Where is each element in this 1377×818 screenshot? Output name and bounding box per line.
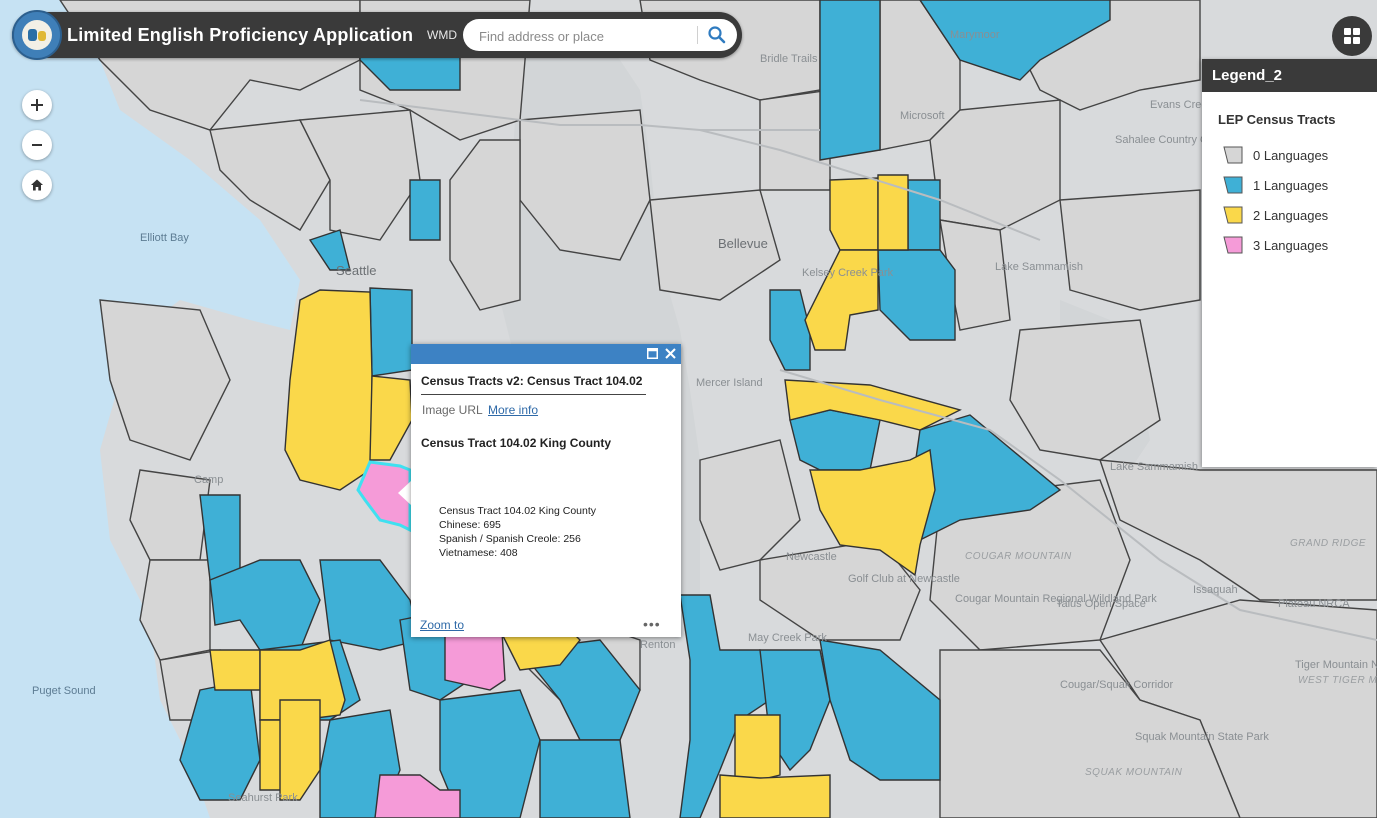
zoom-to-link[interactable]: Zoom to xyxy=(420,618,464,632)
popup-title: Census Tracts v2: Census Tract 104.02 xyxy=(421,374,643,388)
legend-label-2: 2 Languages xyxy=(1253,207,1329,223)
search-input[interactable] xyxy=(477,25,691,47)
map-label-tiger-mountain: Tiger Mountain NRCA xyxy=(1295,659,1377,671)
info-popup: Census Tracts v2: Census Tract 104.02 Im… xyxy=(411,344,681,637)
popup-details: Census Tract 104.02 King County Chinese:… xyxy=(439,504,596,560)
detail-spanish: Spanish / Spanish Creole: 256 xyxy=(439,533,581,545)
legend-swatch-3 xyxy=(1223,236,1243,254)
legend-item-0: 0 Languages xyxy=(1222,144,1328,166)
maximize-icon[interactable] xyxy=(647,348,658,359)
legend-title: Legend_2 xyxy=(1202,59,1377,92)
legend-swatch-1 xyxy=(1223,176,1243,194)
map-label-issaquah: Issaquah xyxy=(1193,584,1238,596)
map-label-squak-sp: Squak Mountain State Park xyxy=(1135,731,1269,743)
more-info-link[interactable]: More info xyxy=(488,403,538,417)
map-label-lake-sammamish-sp: Lake Sammamish xyxy=(1110,461,1198,473)
close-icon[interactable] xyxy=(664,347,677,360)
zoom-in-button[interactable] xyxy=(22,90,52,120)
legend-layer-name: LEP Census Tracts xyxy=(1218,112,1336,127)
legend-label-1: 1 Languages xyxy=(1253,177,1329,193)
map-label-may-creek: May Creek Park xyxy=(748,632,827,644)
map-label-seattle: Seattle xyxy=(336,263,376,278)
home-icon xyxy=(31,179,43,191)
map-label-talus: Talus Open Space xyxy=(1056,598,1146,610)
map-label-grand-ridge: GRAND RIDGE xyxy=(1290,538,1366,549)
legend-swatch-0 xyxy=(1223,146,1243,164)
legend-panel: Legend_2 LEP Census Tracts 0 Languages 1… xyxy=(1202,59,1377,467)
minus-icon xyxy=(32,144,42,146)
map-label-cougar-squak: Cougar/Squak Corridor xyxy=(1060,679,1173,691)
map-label-puget-sound: Puget Sound xyxy=(32,685,96,697)
app-subtitle: WMD xyxy=(427,28,457,42)
legend-item-2: 2 Languages xyxy=(1222,204,1328,226)
plus-icon xyxy=(31,99,43,111)
map-label-elliott-bay: Elliott Bay xyxy=(140,232,189,244)
app-title: Limited English Proficiency Application xyxy=(67,25,414,45)
legend-item-1: 1 Languages xyxy=(1222,174,1328,196)
map-label-microsoft: Microsoft xyxy=(900,110,945,122)
map-label-seahurst: Seahurst Park xyxy=(228,792,298,804)
popup-titlebar xyxy=(411,344,681,364)
popup-heading: Census Tract 104.02 King County xyxy=(421,436,612,450)
search-box xyxy=(463,19,737,51)
detail-title: Census Tract 104.02 King County xyxy=(439,505,597,517)
popup-pointer xyxy=(398,481,411,505)
legend-item-3: 3 Languages xyxy=(1222,234,1328,256)
legend-swatch-2 xyxy=(1223,206,1243,224)
map-label-mercer-island: Mercer Island xyxy=(696,377,763,389)
home-button[interactable] xyxy=(22,170,52,200)
map-label-camp: Camp xyxy=(194,474,223,486)
map-label-lake-sammamish: Lake Sammamish xyxy=(995,261,1083,273)
map-label-west-tiger: WEST TIGER MOUNTAIN xyxy=(1298,675,1377,686)
map-label-renton: Renton xyxy=(640,639,675,651)
detail-chinese: Chinese: 695 xyxy=(439,519,501,531)
image-url-label: Image URL xyxy=(422,403,483,417)
wmd-logo-icon xyxy=(12,10,62,60)
detail-vietnamese: Vietnamese: 408 xyxy=(439,547,518,559)
map-label-newcastle: Newcastle xyxy=(786,551,837,563)
grid-icon xyxy=(1344,28,1360,44)
map-label-plateau: Plateau NRCA xyxy=(1278,598,1350,610)
app-header: Limited English Proficiency Application … xyxy=(12,10,742,60)
map-canvas[interactable]: Elliott Bay Puget Sound Seattle Bellevue… xyxy=(0,0,1377,818)
more-actions-button[interactable]: ••• xyxy=(643,616,661,632)
app-grid-button[interactable] xyxy=(1332,16,1372,56)
map-label-bridle-trails: Bridle Trails xyxy=(760,53,818,65)
search-divider xyxy=(697,26,698,44)
legend-label-0: 0 Languages xyxy=(1253,147,1329,163)
map-label-kelsey-creek: Kelsey Creek Park xyxy=(802,267,894,279)
zoom-out-button[interactable] xyxy=(22,130,52,160)
legend-label-3: 3 Languages xyxy=(1253,237,1329,253)
map-label-bellevue: Bellevue xyxy=(718,236,768,251)
map-label-cougar-mountain: COUGAR MOUNTAIN xyxy=(965,551,1072,562)
map-label-golf-club: Golf Club at Newcastle xyxy=(848,573,960,585)
search-button[interactable] xyxy=(703,22,731,48)
search-icon xyxy=(708,26,726,44)
popup-divider xyxy=(421,394,646,395)
map-label-marymoor: Marymoor xyxy=(950,29,1000,41)
map-label-squak-mountain: SQUAK MOUNTAIN xyxy=(1085,767,1183,778)
